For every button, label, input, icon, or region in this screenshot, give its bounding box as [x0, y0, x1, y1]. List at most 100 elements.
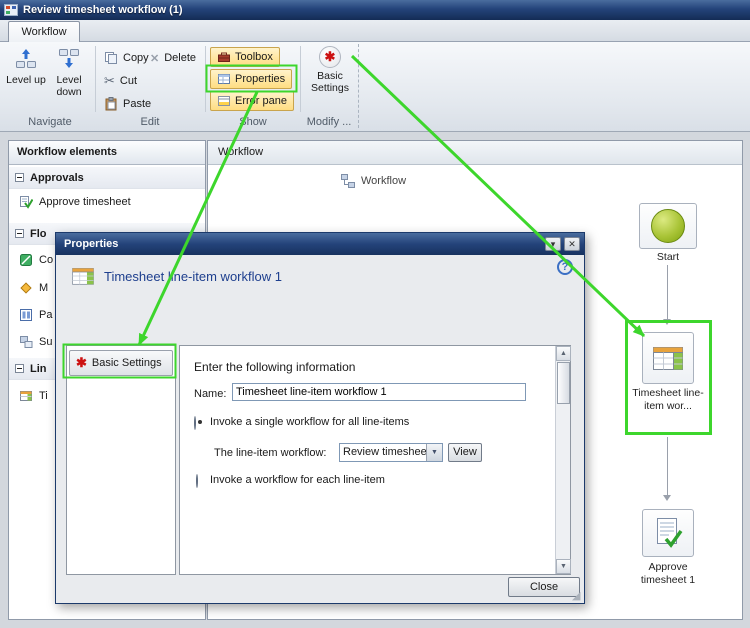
instruction-text: Enter the following information [194, 360, 355, 374]
dropdown-arrow-icon[interactable]: ▼ [426, 444, 442, 461]
error-pane-button[interactable]: Error pane [210, 91, 294, 111]
copy-label: Copy [123, 52, 149, 64]
workflow-icon [340, 173, 356, 189]
timesheet-node-label: Timesheet line-item wor... [626, 387, 710, 413]
workflow-label-text: Workflow [361, 175, 406, 187]
properties-label: Properties [235, 73, 285, 85]
properties-icon [217, 72, 231, 86]
level-up-label: Level up [6, 74, 46, 86]
scroll-down-button[interactable]: ▼ [556, 559, 571, 574]
basic-settings-ribbon-button[interactable]: ✱ Basic Settings [304, 46, 356, 112]
required-asterisk-icon: ✱ [76, 355, 87, 371]
approve-check-icon [653, 516, 683, 550]
flow-section-label: Flo [30, 228, 47, 240]
scroll-up-button[interactable]: ▲ [556, 346, 571, 361]
properties-button[interactable]: Properties [210, 69, 292, 89]
error-pane-icon [217, 94, 231, 108]
radio-each-label[interactable]: Invoke a workflow for each line-item [210, 474, 385, 486]
dialog-scrollbar[interactable]: ▲ ▼ [555, 346, 570, 574]
breadcrumb[interactable]: Workflow [208, 141, 742, 165]
sidebar-item-approve-timesheet[interactable]: Approve timesheet [9, 191, 205, 213]
level-down-label: Level down [46, 74, 92, 98]
delete-icon: ✕ [150, 52, 159, 65]
dialog-content-panel: Enter the following information Name: In… [179, 345, 571, 575]
approve-timesheet-label: Approve timesheet [39, 196, 131, 208]
level-up-button[interactable]: Level up [6, 46, 46, 112]
dialog-menu-button[interactable]: ▾ [545, 237, 561, 251]
condition-icon [19, 253, 33, 267]
approval-icon [19, 195, 33, 209]
sidebar-section-approvals[interactable]: Approvals [9, 167, 205, 189]
view-button[interactable]: View [448, 443, 482, 462]
radio-single-label[interactable]: Invoke a single workflow for all line-it… [210, 416, 409, 428]
connector-arrowhead [663, 495, 671, 501]
start-node[interactable] [639, 203, 697, 249]
dialog-header-title: Timesheet line-item workflow 1 [104, 269, 282, 284]
connector-arrowhead [663, 319, 671, 325]
copy-button[interactable]: Copy [104, 49, 149, 67]
cut-icon: ✂ [104, 73, 115, 89]
ribbon-tab-strip [0, 20, 750, 42]
start-node-label: Start [639, 251, 697, 264]
timesheet-lineitem-label: Ti [39, 390, 48, 402]
paste-button[interactable]: Paste [104, 95, 151, 113]
group-separator [300, 46, 301, 112]
basic-settings-nav-label: Basic Settings [92, 357, 162, 369]
line-item-workflow-label: The line-item workflow: [214, 447, 326, 459]
copy-icon [104, 51, 118, 65]
dialog-close-icon[interactable]: ✕ [564, 237, 580, 251]
group-separator [95, 46, 96, 112]
paste-icon [104, 97, 118, 111]
approve-timesheet-node[interactable] [642, 509, 694, 557]
level-up-icon [13, 46, 39, 72]
toolbox-button[interactable]: Toolbox [210, 47, 280, 67]
error-pane-label: Error pane [235, 95, 287, 107]
collapse-icon[interactable] [15, 364, 24, 373]
line-item-workflow-dropdown[interactable]: Review timesheet ▼ [339, 443, 443, 462]
close-button[interactable]: Close [508, 577, 580, 597]
subworkflow-label: Su [39, 336, 52, 348]
lineitem-table-icon [19, 389, 33, 403]
edit-group-label: Edit [96, 116, 204, 128]
timesheet-table-icon [650, 340, 686, 376]
application-window: Review timesheet workflow (1) Workflow L… [0, 0, 750, 628]
manual-decision-label: M [39, 282, 48, 294]
workflow-root-label[interactable]: Workflow [340, 173, 406, 189]
title-bar: Review timesheet workflow (1) [0, 0, 750, 20]
show-group-label: Show [206, 116, 300, 128]
scrollbar-thumb[interactable] [557, 362, 570, 404]
help-icon[interactable]: ? [557, 259, 573, 275]
toolbox-label: Toolbox [235, 51, 273, 63]
timesheet-lineitem-node[interactable] [642, 332, 694, 384]
tab-workflow[interactable]: Workflow [8, 21, 80, 42]
delete-button[interactable]: ✕ Delete [150, 49, 196, 67]
dialog-title-bar[interactable]: Properties ▾ ✕ [56, 233, 584, 255]
window-title: Review timesheet workflow (1) [23, 4, 183, 16]
paste-label: Paste [123, 98, 151, 110]
cut-label: Cut [120, 75, 137, 87]
parallel-label: Pa [39, 309, 52, 321]
dropdown-value: Review timesheet [340, 444, 426, 461]
app-icon [4, 3, 18, 17]
connector-line [667, 265, 668, 319]
collapse-icon[interactable] [15, 173, 24, 182]
level-down-button[interactable]: Level down [46, 46, 92, 112]
line-section-label: Lin [30, 363, 47, 375]
basic-settings-nav-button[interactable]: ✱ Basic Settings [69, 350, 173, 376]
collapse-icon[interactable] [15, 229, 24, 238]
toolbox-icon [217, 50, 231, 64]
resize-grip[interactable]: ◢ [572, 589, 580, 602]
cut-button[interactable]: ✂ Cut [104, 72, 137, 90]
navigate-group-label: Navigate [4, 116, 96, 128]
radio-single-workflow[interactable] [194, 416, 196, 430]
name-input[interactable] [232, 383, 526, 401]
approvals-section-label: Approvals [30, 172, 84, 184]
parallel-icon [19, 308, 33, 322]
workflow-elements-header: Workflow elements [9, 141, 205, 165]
connector-line [667, 437, 668, 495]
dialog-nav-panel [66, 345, 176, 575]
group-separator [205, 46, 206, 112]
radio-each-lineitem[interactable] [196, 474, 198, 488]
dialog-title: Properties [60, 238, 542, 250]
basic-settings-ribbon-label: Basic Settings [305, 70, 355, 94]
